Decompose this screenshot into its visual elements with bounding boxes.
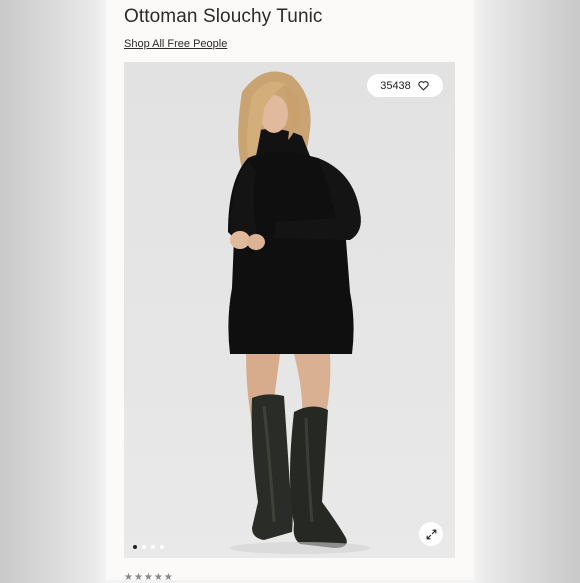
shop-all-link[interactable]: Shop All Free People (124, 38, 227, 50)
model-photo (228, 71, 370, 554)
product-card: Ottoman Slouchy Tunic Shop All Free Peop… (106, 0, 474, 583)
product-title: Ottoman Slouchy Tunic (124, 6, 323, 27)
favorite-count: 35438 (380, 79, 411, 92)
rating-stars: ★★★★★ (124, 572, 174, 583)
carousel-dots (133, 545, 164, 549)
carousel-dot-4[interactable] (160, 545, 164, 549)
expand-image-button[interactable] (419, 522, 443, 546)
heart-icon (418, 81, 429, 91)
carousel-dot-1[interactable] (133, 545, 137, 549)
favorite-button[interactable]: 35438 (367, 74, 443, 97)
expand-arrows-icon (426, 529, 436, 539)
carousel-dot-3[interactable] (151, 545, 155, 549)
product-image[interactable]: 35438 (124, 62, 455, 558)
carousel-dot-2[interactable] (142, 545, 146, 549)
